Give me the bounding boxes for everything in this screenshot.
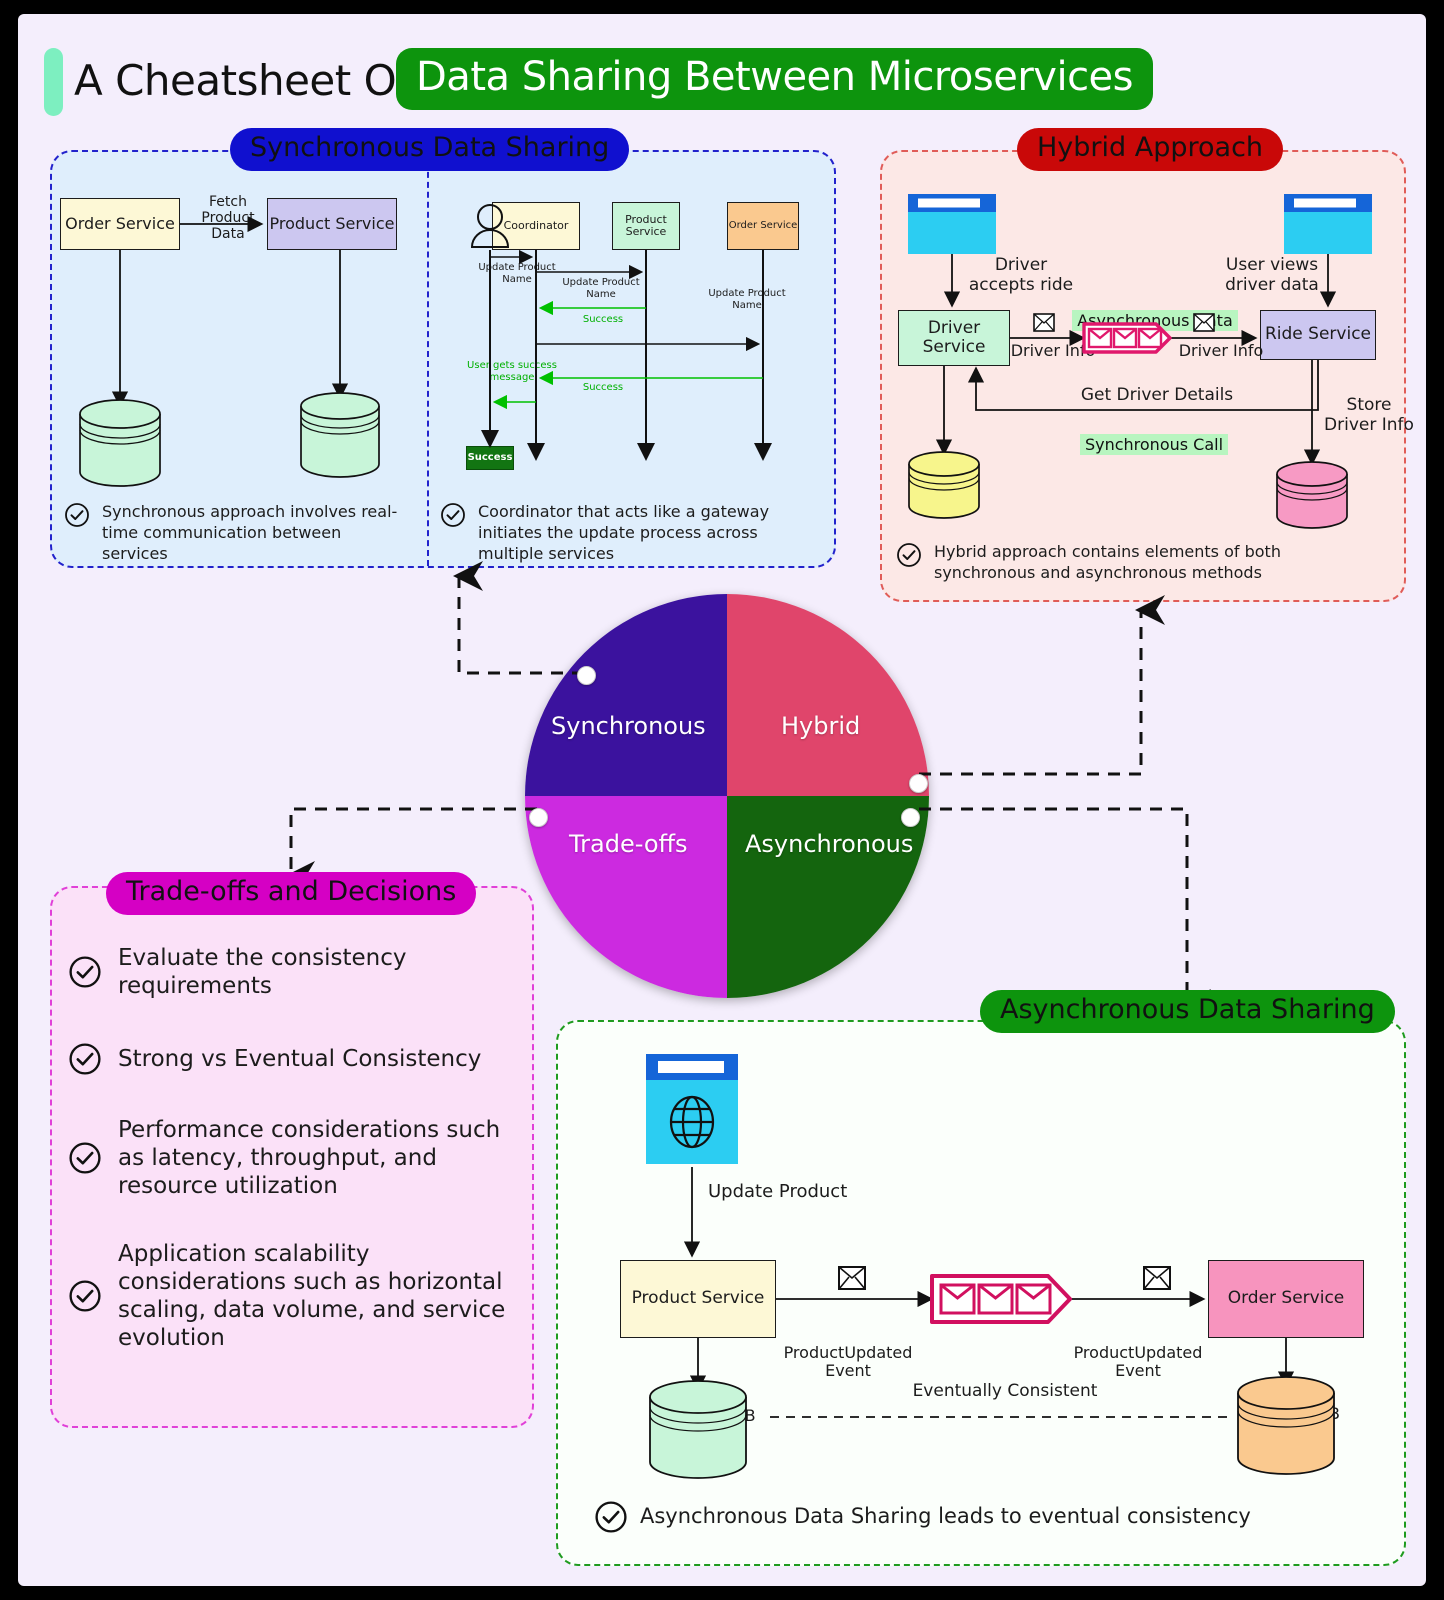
db-label-ride-db: Ride DB (1282, 491, 1342, 509)
panel-hybrid: Driver Service Ride Service Driver accep… (880, 150, 1414, 602)
db-label-product-db: Product DB (312, 431, 370, 467)
note-hybrid: Hybrid approach contains elements of bot… (896, 542, 1386, 584)
tradeoff-text: Performance considerations such as laten… (118, 1117, 501, 1200)
pie-slice-hybrid (727, 594, 929, 796)
node-ride-service: Ride Service (1260, 310, 1376, 360)
node-driver-service: Driver Service (898, 310, 1010, 366)
node-product-service-async: Product Service (620, 1260, 776, 1338)
seq-participant-product-service: Product Service (612, 202, 680, 250)
tradeoff-item-2: Strong vs Eventual Consistency (68, 1042, 498, 1076)
check-circle-icon (441, 503, 465, 527)
label-event-right: ProductUpdated Event (1073, 1343, 1203, 1381)
seq-participant-coordinator: Coordinator (492, 202, 580, 250)
seq-msg-5: Success (582, 382, 624, 393)
tradeoff-text: Strong vs Eventual Consistency (118, 1045, 482, 1072)
seq-participant-order-service: Order Service (727, 202, 799, 250)
cylinder-order-db-async (1237, 1376, 1335, 1475)
page-title-highlight: Data Sharing Between Microservices (396, 48, 1154, 110)
pie-slice-synchronous (525, 594, 727, 796)
label-driver-info-left: Driver Info (1010, 341, 1096, 360)
check-circle-icon (595, 1501, 627, 1533)
panel-title-hybrid: Hybrid Approach (1017, 128, 1284, 171)
seq-msg-4: Update Product Name (708, 288, 786, 311)
pie-label-tradeoffs: Trade-offs (569, 830, 688, 858)
panel-asynchronous: Update Product Product Service Order Ser… (556, 1020, 1406, 1566)
seq-msg-6: User gets success message (467, 360, 557, 383)
panel-tradeoffs: Evaluate the consistency requirements St… (50, 886, 534, 1428)
panel-title-tradeoffs: Trade-offs and Decisions (106, 872, 477, 915)
label-driver-accepts-ride: Driver accepts ride (968, 255, 1074, 295)
node-order-service-async: Order Service (1208, 1260, 1364, 1338)
label-eventually-consistent: Eventually Consistent (912, 1381, 1098, 1401)
tag-asynchronous-data: Asynchronous Data (1060, 294, 1250, 332)
accent-bar (44, 48, 63, 116)
message-queue-icon-async (930, 1274, 1072, 1324)
page-title-plain: A Cheatsheet On (74, 56, 423, 105)
browser-icon-globe (646, 1054, 738, 1168)
pie-connector-dot-asynchronous (901, 808, 920, 827)
tag-text: Asynchronous Data (1072, 310, 1238, 332)
edge-label-fetch-product-data: Fetch Product Data (201, 194, 255, 243)
check-circle-icon (69, 1280, 101, 1312)
check-circle-icon (69, 1142, 101, 1174)
envelope-icon-right-async (1143, 1266, 1171, 1290)
pie-label-hybrid: Hybrid (781, 712, 861, 740)
panel-divider (427, 152, 429, 566)
label-user-views-driver-data: User views driver data (1225, 255, 1319, 295)
pie-label-synchronous: Synchronous (551, 712, 706, 740)
note-text: Coordinator that acts like a gateway ini… (478, 502, 770, 563)
pie-circle (525, 594, 929, 998)
tag-synchronous-call: Synchronous Call (1066, 418, 1242, 456)
browser-icon-driver (908, 194, 996, 258)
db-label-order-db: Order DB (88, 439, 158, 457)
pie-connector-dot-synchronous (577, 666, 596, 685)
browser-icon-user (1284, 194, 1372, 258)
panel-title-synchronous: Synchronous Data Sharing (230, 128, 630, 171)
pie-slice-tradeoffs (525, 796, 727, 998)
pie-slice-asynchronous (727, 796, 929, 998)
label-store-driver-info: Store Driver Info (1324, 395, 1414, 435)
note-coordinator: Coordinator that acts like a gateway ini… (440, 502, 822, 564)
db-label-product-db-async: Product DB (666, 1406, 756, 1425)
tradeoff-item-1: Evaluate the consistency requirements (68, 944, 468, 1000)
note-asynchronous: Asynchronous Data Sharing leads to event… (594, 1500, 1294, 1534)
label-update-product: Update Product (708, 1181, 848, 1202)
envelope-icon-left (1033, 313, 1055, 332)
cylinder-product-db-async (649, 1380, 747, 1479)
note-text: Asynchronous Data Sharing leads to event… (640, 1504, 1251, 1529)
db-label-order-db-async: Order DB (1266, 1404, 1340, 1423)
panel-title-asynchronous: Asynchronous Data Sharing (980, 990, 1395, 1033)
seq-terminal-success-badge: Success (466, 446, 514, 470)
tradeoff-item-3: Performance considerations such as laten… (68, 1116, 512, 1200)
tradeoff-text: Evaluate the consistency requirements (118, 945, 407, 1000)
db-label-driver-db: Driver DB (921, 481, 969, 517)
node-product-service: Product Service (267, 198, 397, 250)
envelope-icon-left-async (838, 1266, 866, 1290)
pie-connector-dot-tradeoffs (529, 808, 548, 827)
panel-synchronous: Order Service Product Service Fetch Prod… (50, 150, 836, 568)
tradeoff-item-4: Application scalability considerations s… (68, 1240, 516, 1352)
note-text: Hybrid approach contains elements of bot… (934, 542, 1281, 582)
label-driver-info-right: Driver Info (1178, 341, 1264, 360)
node-order-service: Order Service (60, 198, 180, 250)
infographic-canvas: A Cheatsheet On Data Sharing Between Mic… (18, 14, 1426, 1586)
tag-text: Synchronous Call (1079, 434, 1229, 456)
note-text: Synchronous approach involves real-time … (102, 502, 398, 563)
check-circle-icon (69, 956, 101, 988)
seq-msg-2: Update Product Name (562, 277, 640, 300)
label-event-left: ProductUpdated Event (783, 1343, 913, 1381)
check-circle-icon (69, 1043, 101, 1075)
page-header: A Cheatsheet On Data Sharing Between Mic… (18, 42, 1426, 120)
pie-label-asynchronous: Asynchronous (745, 830, 914, 858)
pie-chart: Synchronous Hybrid Trade-offs Asynchrono… (525, 594, 929, 998)
note-synchronous: Synchronous approach involves real-time … (64, 502, 404, 564)
tradeoff-text: Application scalability considerations s… (118, 1241, 506, 1352)
label-get-driver-details: Get Driver Details (1080, 385, 1234, 405)
pie-connector-dot-hybrid (909, 774, 928, 793)
check-circle-icon (897, 543, 921, 567)
check-circle-icon (65, 503, 89, 527)
seq-msg-3: Success (582, 314, 624, 325)
